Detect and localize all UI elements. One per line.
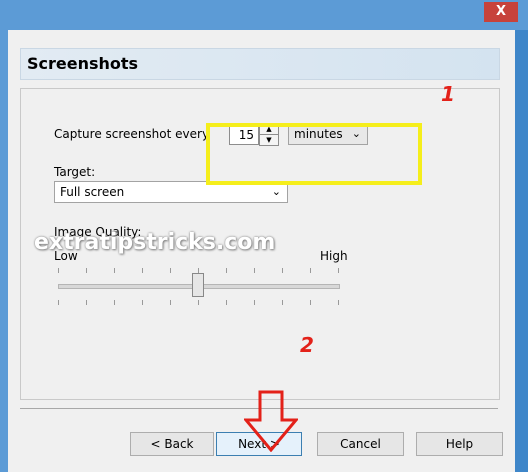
slider-tick — [86, 300, 87, 305]
slider-tick — [226, 268, 227, 273]
cancel-button[interactable]: Cancel — [317, 432, 404, 456]
chevron-down-icon: ⌄ — [271, 185, 281, 198]
slider-tick — [86, 268, 87, 273]
slider-tick — [170, 300, 171, 305]
slider-tick — [114, 268, 115, 273]
close-button[interactable]: X — [484, 2, 518, 22]
slider-tick — [142, 300, 143, 305]
slider-tick — [170, 268, 171, 273]
highlight-box — [206, 123, 422, 185]
slider-tick — [282, 300, 283, 305]
down-arrow-icon — [244, 390, 298, 452]
slider-tick — [58, 268, 59, 273]
quality-high-label: High — [320, 249, 348, 263]
annotation-step-2: 2 — [300, 333, 314, 357]
slider-tick — [254, 300, 255, 305]
slider-tick — [254, 268, 255, 273]
slider-tick — [114, 300, 115, 305]
watermark-text: extratipstricks.com — [34, 230, 276, 255]
target-label: Target: — [54, 165, 96, 179]
slider-tick — [282, 268, 283, 273]
slider-tick — [310, 300, 311, 305]
quality-slider-thumb[interactable] — [192, 273, 204, 297]
wizard-dialog: Screenshots Capture screenshot every 15 … — [8, 30, 515, 472]
page-title: Screenshots — [27, 54, 139, 73]
slider-tick — [142, 268, 143, 273]
background-window-strip — [515, 30, 528, 472]
slider-tick — [338, 268, 339, 273]
target-value: Full screen — [60, 185, 125, 199]
annotation-step-1: 1 — [441, 82, 455, 106]
slider-tick — [338, 300, 339, 305]
capture-interval-label: Capture screenshot every — [54, 127, 210, 141]
slider-tick — [58, 300, 59, 305]
slider-tick — [226, 300, 227, 305]
back-button[interactable]: < Back — [130, 432, 214, 456]
slider-tick — [198, 300, 199, 305]
slider-tick — [310, 268, 311, 273]
help-button[interactable]: Help — [416, 432, 503, 456]
page-header: Screenshots — [20, 48, 500, 80]
